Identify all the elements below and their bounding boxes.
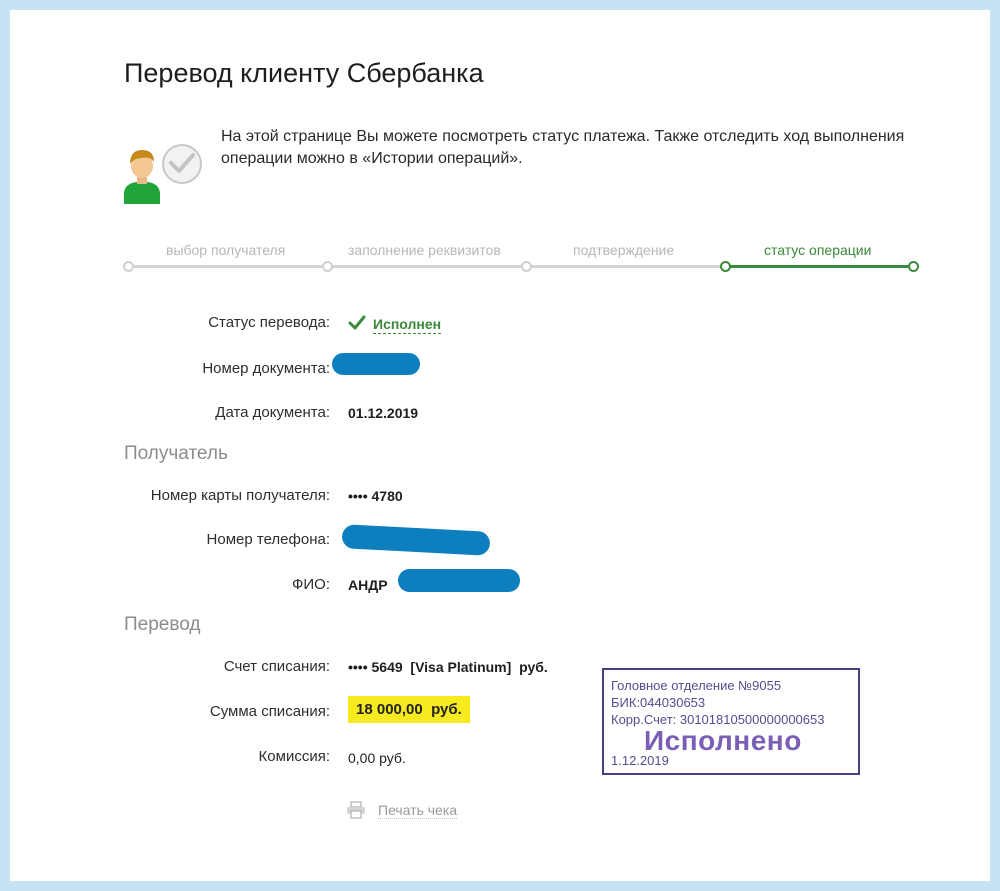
card-number-label: Номер карты получателя: xyxy=(150,487,330,504)
client-transfer-icon xyxy=(124,144,202,204)
card-number-value: •••• 4780 xyxy=(348,488,403,504)
step-label-operation-status: статус операции xyxy=(764,242,872,258)
step-dot-2 xyxy=(322,261,333,272)
stamp-bik: БИК:044030653 xyxy=(611,695,706,710)
check-icon xyxy=(348,315,366,330)
step-dot-1 xyxy=(123,261,134,272)
progress-track xyxy=(128,265,726,268)
intro-text: На этой странице Вы можете посмотреть ст… xyxy=(221,128,905,167)
page-title: Перевод клиенту Сбербанка xyxy=(124,58,484,88)
recipient-section-title: Получатель xyxy=(124,443,228,464)
step-label-confirmation: подтверждение xyxy=(573,242,675,258)
full-name-value: АНДР xyxy=(348,577,388,593)
step-dot-4 xyxy=(720,261,731,272)
phone-label: Номер телефона: xyxy=(206,531,330,548)
redacted-phone xyxy=(341,524,491,556)
status-value-link[interactable]: Исполнен xyxy=(373,316,442,334)
step-label-fill-details: заполнение реквизитов xyxy=(348,242,501,258)
debit-amount-value: 18 000,00 руб. xyxy=(348,696,470,723)
transfer-section-title: Перевод xyxy=(124,614,201,635)
step-label-select-recipient: выбор получателя xyxy=(166,242,286,258)
stamp-branch: Головное отделение №9055 xyxy=(611,678,782,693)
doc-date-value: 01.12.2019 xyxy=(348,405,419,421)
redacted-full-name xyxy=(398,569,520,592)
redacted-doc-number xyxy=(332,353,420,375)
page-frame: Перевод клиенту Сбербанка На этой страни… xyxy=(10,10,990,881)
printer-icon[interactable] xyxy=(346,801,366,819)
doc-date-label: Дата документа: xyxy=(215,404,330,421)
doc-number-label: Номер документа: xyxy=(202,360,330,377)
progress-track-active xyxy=(726,265,916,268)
status-label: Статус перевода: xyxy=(208,314,330,331)
fee-label: Комиссия: xyxy=(258,748,330,765)
step-dot-5 xyxy=(908,261,919,272)
debit-account-label: Счет списания: xyxy=(223,658,330,675)
stamp-date: 1.12.2019 xyxy=(611,753,669,768)
full-name-label: ФИО: xyxy=(291,576,330,593)
fee-value: 0,00 руб. xyxy=(348,750,406,766)
print-receipt-label[interactable]: Печать чека xyxy=(378,802,458,819)
step-dot-3 xyxy=(521,261,532,272)
debit-account-value: •••• 5649 [Visa Platinum] руб. xyxy=(348,659,548,675)
debit-amount-label: Сумма списания: xyxy=(209,703,330,720)
bank-stamp: Головное отделение №9055 БИК:044030653 К… xyxy=(602,668,860,775)
